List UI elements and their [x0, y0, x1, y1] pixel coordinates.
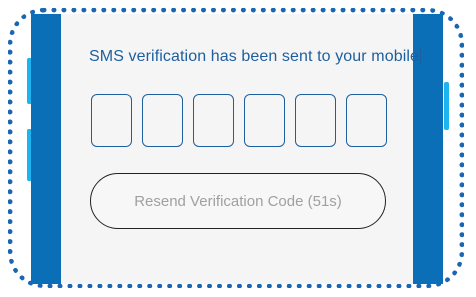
- code-digit-2[interactable]: [142, 94, 183, 147]
- resend-code-label: Resend Verification Code (51s): [134, 192, 342, 210]
- code-digit-6[interactable]: [346, 94, 387, 147]
- code-input-row: [91, 94, 387, 147]
- phone-bezel-left: [31, 14, 61, 284]
- phone-screen: SMS verification has been sent to your m…: [31, 14, 443, 284]
- code-digit-4[interactable]: [244, 94, 285, 147]
- code-digit-3[interactable]: [193, 94, 234, 147]
- code-digit-5[interactable]: [295, 94, 336, 147]
- code-digit-1[interactable]: [91, 94, 132, 147]
- verification-title-text: SMS verification has been sent to your m…: [89, 48, 419, 65]
- text-cursor: [420, 48, 421, 64]
- right-side-button: [444, 82, 449, 130]
- resend-code-button[interactable]: Resend Verification Code (51s): [90, 173, 386, 229]
- verification-title: SMS verification has been sent to your m…: [89, 48, 421, 66]
